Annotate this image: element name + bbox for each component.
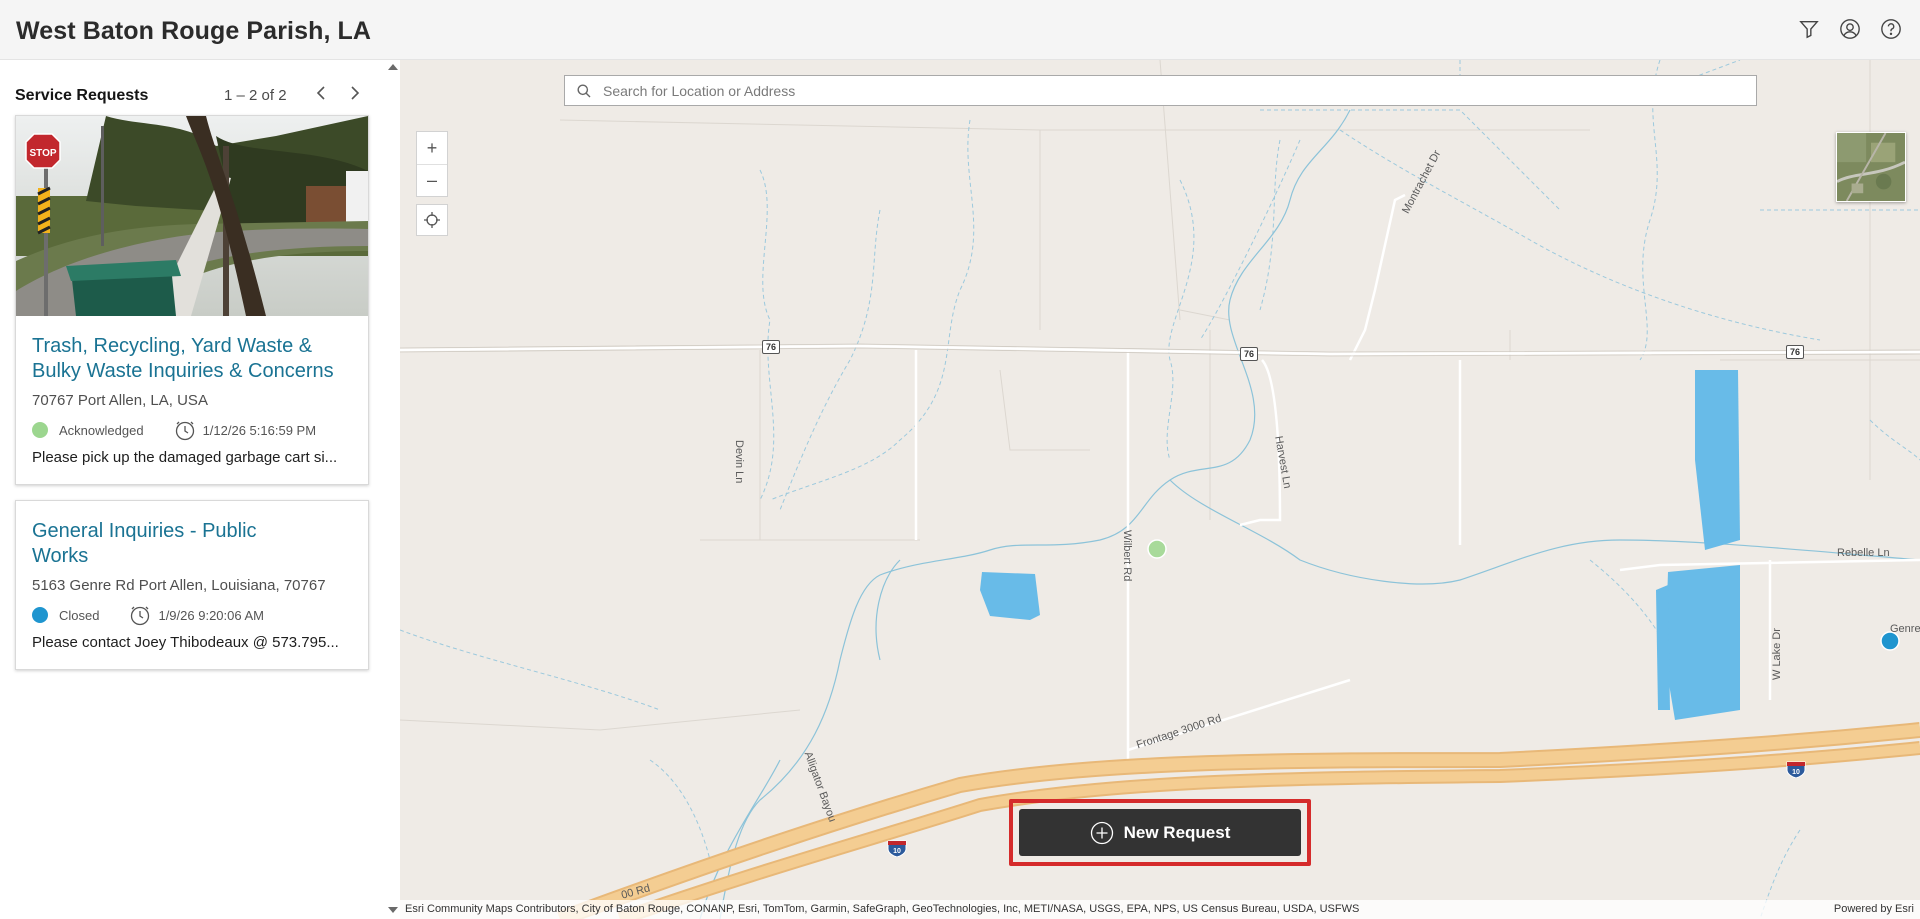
zoom-out-button[interactable]: – (417, 164, 447, 196)
search-icon (577, 84, 591, 97)
filter-icon[interactable] (1797, 17, 1821, 41)
request-description: Please pick up the damaged garbage cart … (32, 449, 338, 466)
request-address: 70767 Port Allen, LA, USA (32, 392, 208, 409)
road-label: Wilbert Rd (1121, 530, 1133, 582)
search-placeholder: Search for Location or Address (603, 82, 796, 99)
plus-circle-icon (1090, 821, 1113, 844)
next-page-button[interactable] (343, 82, 365, 104)
request-timestamp: 1/9/26 9:20:06 AM (158, 607, 264, 623)
scroll-up-icon[interactable] (388, 64, 398, 70)
chevron-left-icon (316, 86, 325, 100)
request-timestamp: 1/12/26 5:16:59 PM (202, 422, 317, 438)
interstate-10-number: 10 (893, 848, 901, 855)
pager-count: 1 – 2 of 2 (224, 87, 287, 104)
previous-page-button[interactable] (311, 82, 333, 104)
road-label: Devin Ln (733, 440, 745, 484)
map-view[interactable]: Montrachet Dr Devin Ln Harvest Ln Wilber… (400, 60, 1920, 919)
list-title: Service Requests (15, 87, 149, 104)
clock-icon (175, 421, 194, 441)
crosshair-icon (424, 212, 440, 228)
road-label: Rebelle Ln (1837, 547, 1890, 559)
zoom-in-button[interactable]: + (417, 132, 447, 164)
interstate-10-shield-icon: 10 (887, 840, 907, 857)
route-76-shield: 76 (762, 340, 780, 354)
service-request-panel: Service Requests 1 – 2 of 2 STOP Trash, … (0, 60, 400, 919)
status-indicator-icon (32, 607, 48, 623)
scroll-down-icon[interactable] (388, 907, 398, 913)
attribution-text: Esri Community Maps Contributors, City o… (405, 903, 1360, 915)
locate-button[interactable] (416, 204, 448, 236)
zoom-controls: + – (416, 131, 448, 197)
request-address: 5163 Genre Rd Port Allen, Louisiana, 707… (32, 577, 326, 594)
interstate-10-number: 10 (1792, 769, 1800, 776)
request-marker-acknowledged[interactable] (1147, 539, 1167, 559)
route-76-shield: 76 (1240, 347, 1258, 361)
new-request-label: New Request (1123, 822, 1231, 842)
request-meta: Acknowledged 1/12/26 5:16:59 PM (32, 419, 352, 441)
status-indicator-icon (32, 422, 48, 438)
request-card[interactable]: STOP Trash, Recycling, Yard Waste & Bulk… (15, 115, 369, 485)
request-description: Please contact Joey Thibodeaux @ 573.795… (32, 634, 339, 651)
request-title: Trash, Recycling, Yard Waste & Bulky Was… (32, 335, 334, 382)
status-label: Acknowledged (59, 422, 144, 438)
panel-scrollbar[interactable] (386, 60, 400, 919)
user-icon[interactable] (1838, 17, 1862, 41)
road-label: Genre R (1890, 623, 1920, 635)
request-card[interactable]: General Inquiries - Public Works 5163 Ge… (15, 500, 369, 670)
chevron-right-icon (351, 86, 360, 100)
status-label: Closed (59, 607, 100, 623)
app-title: West Baton Rouge Parish, LA (16, 17, 372, 45)
route-76-shield: 76 (1786, 345, 1804, 359)
app-header: West Baton Rouge Parish, LA (0, 0, 1920, 60)
list-header: Service Requests 1 – 2 of 2 (15, 80, 370, 108)
map-attribution: Esri Community Maps Contributors, City o… (400, 900, 1920, 919)
svg-text:STOP: STOP (29, 148, 56, 159)
request-meta: Closed 1/9/26 9:20:06 AM (32, 604, 352, 626)
request-title: General Inquiries - Public Works (32, 520, 257, 567)
help-icon[interactable] (1879, 17, 1903, 41)
powered-by-esri[interactable]: Powered by Esri (1834, 903, 1914, 915)
new-request-button[interactable]: New Request (1019, 809, 1301, 856)
road-label: W Lake Dr (1771, 628, 1783, 680)
basemap (400, 60, 1920, 919)
clock-icon (131, 606, 150, 626)
location-search-input[interactable]: Search for Location or Address (564, 75, 1757, 106)
basemap-toggle-icon[interactable] (1836, 132, 1906, 202)
request-photo: STOP (16, 116, 368, 316)
interstate-10-shield-icon: 10 (1786, 761, 1806, 778)
